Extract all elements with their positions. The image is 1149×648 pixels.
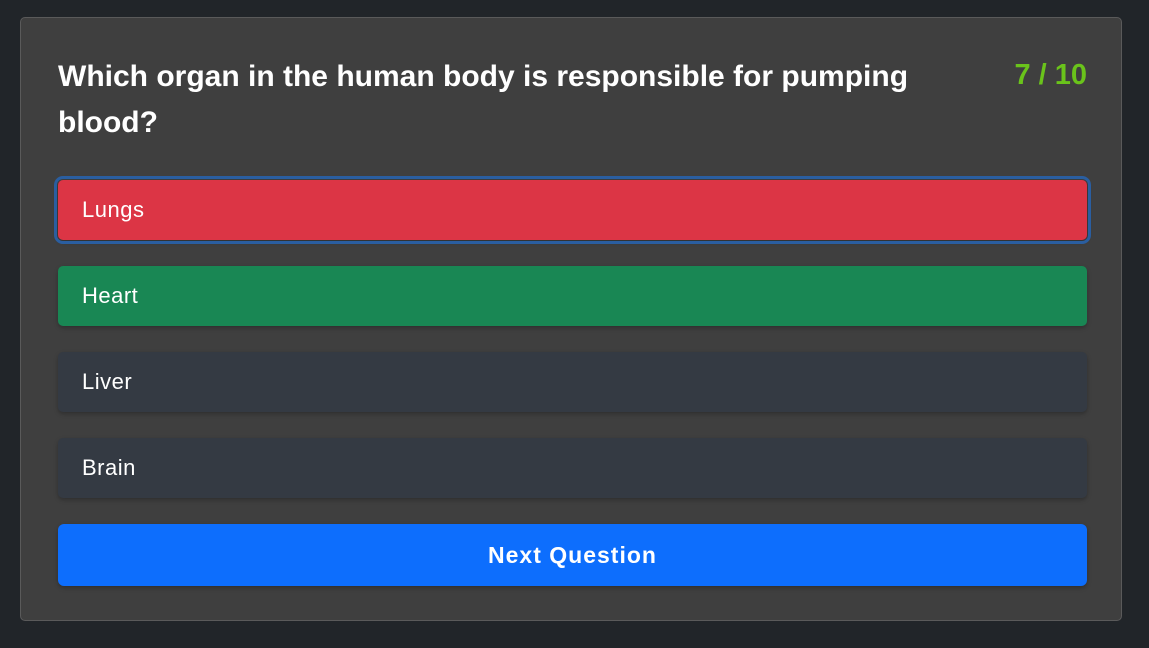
answer-option-heart[interactable]: Heart: [58, 266, 1087, 326]
next-question-button[interactable]: Next Question: [58, 524, 1087, 586]
question-counter: 7 / 10: [1014, 59, 1087, 91]
quiz-card: Which organ in the human body is respons…: [20, 17, 1122, 621]
answer-option-liver[interactable]: Liver: [58, 352, 1087, 412]
answer-option-lungs[interactable]: Lungs: [54, 176, 1091, 244]
answer-list: Lungs Heart Liver Brain: [54, 176, 1091, 524]
question-text: Which organ in the human body is respons…: [58, 60, 909, 139]
quiz-header: Which organ in the human body is respons…: [58, 54, 1087, 154]
answer-option-brain[interactable]: Brain: [58, 438, 1087, 498]
